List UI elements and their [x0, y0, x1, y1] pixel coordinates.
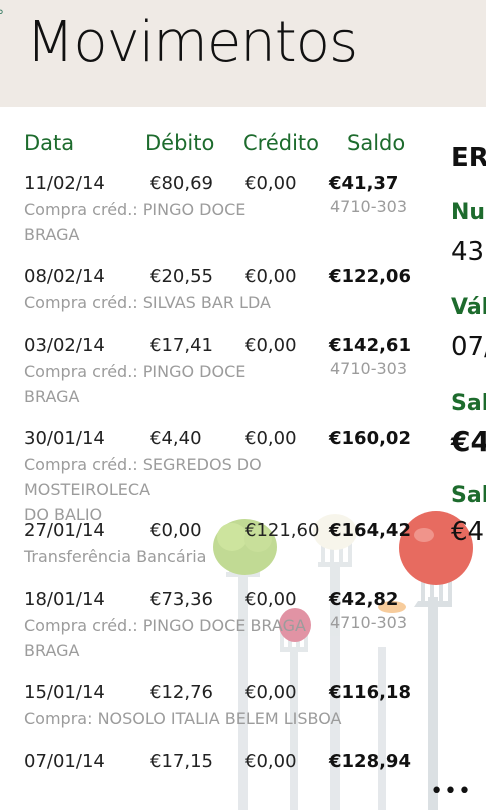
- tx-date: 07/01/14: [24, 751, 105, 772]
- col-header-credit[interactable]: Crédito: [243, 131, 319, 155]
- tx-debit: €73,36: [150, 589, 213, 610]
- tx-date: 18/01/14: [24, 589, 105, 610]
- page-header: ° Movimentos: [0, 0, 486, 107]
- tx-balance: €42,82: [329, 589, 399, 610]
- tx-date: 11/02/14: [24, 173, 105, 194]
- tx-debit: €12,76: [150, 682, 213, 703]
- tx-location: 4710-303: [330, 359, 408, 378]
- tx-balance: €116,18: [329, 682, 411, 703]
- side-value-balance: €4: [451, 425, 486, 458]
- side-panel-title: ER: [451, 143, 486, 173]
- tx-debit: €4,40: [150, 428, 202, 449]
- tx-date: 08/02/14: [24, 266, 105, 287]
- tx-description: Transferência Bancária: [24, 547, 207, 566]
- tx-debit: €17,41: [150, 335, 213, 356]
- tx-location: 4710-303: [330, 197, 408, 216]
- tx-credit: €121,60: [245, 520, 320, 541]
- tx-credit: €0,00: [245, 682, 297, 703]
- tx-description: Compra créd.: SILVAS BAR LDA: [24, 293, 271, 312]
- tx-debit: €20,55: [150, 266, 213, 287]
- tx-balance: €128,94: [329, 751, 411, 772]
- tx-credit: €0,00: [245, 751, 297, 772]
- tx-credit: €0,00: [245, 589, 297, 610]
- side-label-valid: Vál: [451, 295, 486, 320]
- tx-balance: €164,42: [329, 520, 411, 541]
- side-label-number: Nu: [451, 200, 486, 225]
- tx-credit: €0,00: [245, 428, 297, 449]
- side-value-balance-2: €4: [451, 517, 485, 547]
- col-header-date[interactable]: Data: [24, 131, 74, 155]
- tx-description: Compra: NOSOLO ITALIA BELEM LISBOA: [24, 709, 342, 728]
- tx-debit: €0,00: [150, 520, 202, 541]
- tx-credit: €0,00: [245, 335, 297, 356]
- transactions-panel: Data Débito Crédito Saldo 11/02/14 €80,6…: [0, 107, 486, 810]
- tx-date: 30/01/14: [24, 428, 105, 449]
- tx-credit: €0,00: [245, 173, 297, 194]
- tx-date: 03/02/14: [24, 335, 105, 356]
- tx-credit: €0,00: [245, 266, 297, 287]
- tx-balance: €41,37: [329, 173, 399, 194]
- tx-location: 4710-303: [330, 613, 408, 632]
- app-bar-more-button[interactable]: •••: [430, 779, 472, 804]
- app-logo-icon: °: [0, 8, 4, 24]
- tx-debit: €80,69: [150, 173, 213, 194]
- tx-balance: €160,02: [329, 428, 411, 449]
- side-label-balance: Sal: [451, 391, 486, 416]
- tx-date: 15/01/14: [24, 682, 105, 703]
- side-label-balance-2: Sal: [451, 483, 486, 508]
- col-header-debit[interactable]: Débito: [145, 131, 214, 155]
- tx-description: Compra créd.: SEGREDOS DO MOSTEIROLECA DO…: [24, 455, 262, 524]
- tx-balance: €122,06: [329, 266, 411, 287]
- col-header-balance[interactable]: Saldo: [347, 131, 405, 155]
- tx-debit: €17,15: [150, 751, 213, 772]
- page-title: Movimentos: [26, 10, 358, 75]
- side-value-valid: 07/: [451, 332, 486, 362]
- tx-date: 27/01/14: [24, 520, 105, 541]
- side-value-number: 43: [451, 237, 485, 267]
- tx-balance: €142,61: [329, 335, 411, 356]
